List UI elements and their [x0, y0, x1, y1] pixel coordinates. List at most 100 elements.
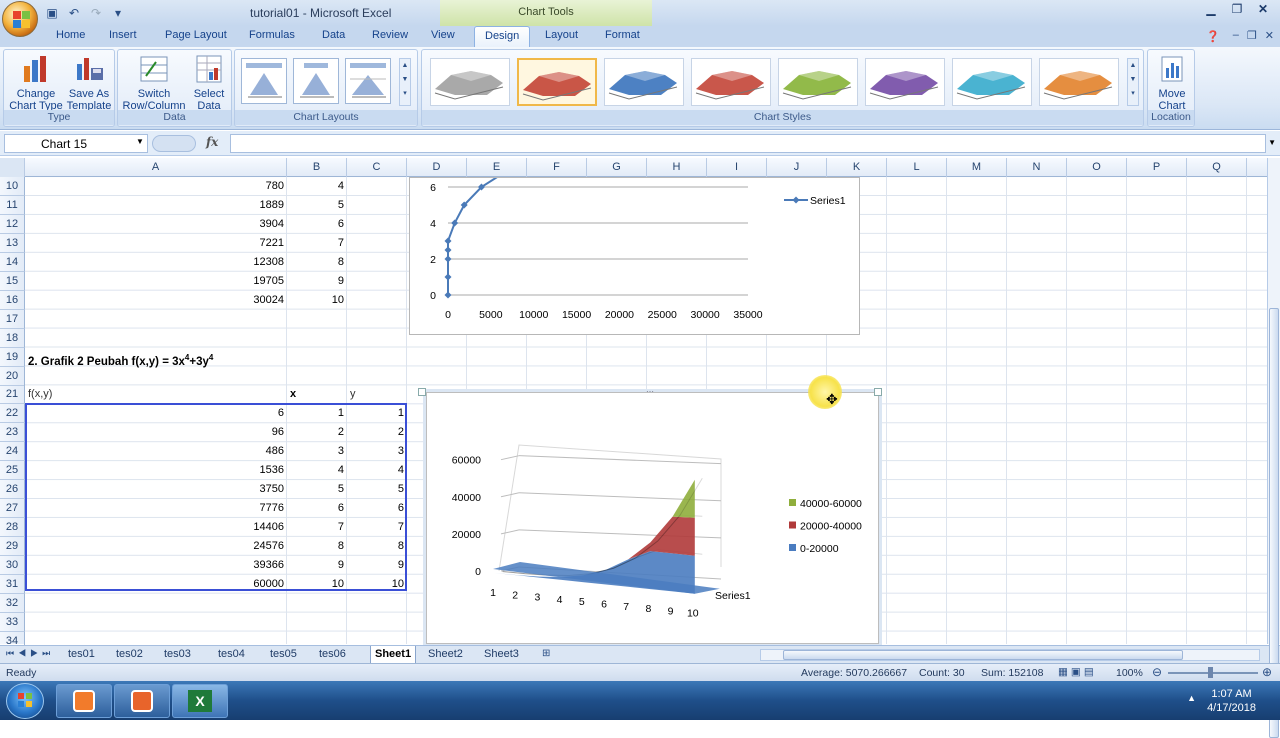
column-header-M[interactable]: M	[947, 158, 1007, 177]
formula-bar-resize-handle[interactable]	[152, 135, 196, 152]
column-header-C[interactable]: C	[347, 158, 407, 177]
row-header-14[interactable]: 14	[0, 252, 25, 272]
row-header-26[interactable]: 26	[0, 480, 25, 500]
chart-style-1[interactable]	[430, 58, 510, 106]
zoom-level[interactable]: 100%	[1116, 667, 1143, 679]
save-as-template-button[interactable]: Save As Template	[64, 54, 114, 112]
row-header-19[interactable]: 19	[0, 347, 25, 367]
zoom-slider[interactable]	[1168, 672, 1258, 674]
row-header-27[interactable]: 27	[0, 499, 25, 519]
chart-style-7[interactable]	[952, 58, 1032, 106]
sheet-tab-tes04[interactable]: tes04	[218, 648, 245, 660]
chart-style-4[interactable]	[691, 58, 771, 106]
workbook-minimize-icon[interactable]: –	[1233, 29, 1239, 42]
taskbar-app-2[interactable]	[114, 684, 170, 718]
chart-style-8[interactable]	[1039, 58, 1119, 106]
chart-layouts-scroll[interactable]: ▲ ▼ ▾	[399, 58, 411, 106]
row-header-13[interactable]: 13	[0, 233, 25, 253]
row-header-16[interactable]: 16	[0, 290, 25, 310]
column-header-B[interactable]: B	[287, 158, 347, 177]
tab-layout[interactable]: Layout	[545, 29, 578, 41]
customize-qat-icon[interactable]: ▾	[110, 5, 126, 21]
row-header-32[interactable]: 32	[0, 593, 25, 613]
sheet-tab-tes05[interactable]: tes05	[270, 648, 297, 660]
tab-format[interactable]: Format	[605, 29, 640, 41]
scatter-chart[interactable]: 0 2 4 6 0 5000 10000 15000 20000 25000 30000 35000 S…	[409, 177, 860, 335]
formula-input[interactable]	[230, 134, 1266, 153]
row-header-29[interactable]: 29	[0, 537, 25, 557]
tab-design[interactable]: Design	[474, 26, 531, 48]
chart-top-handle[interactable]: ⋯	[646, 387, 654, 396]
tab-view[interactable]: View	[431, 29, 455, 41]
column-header-H[interactable]: H	[647, 158, 707, 177]
horizontal-scrollbar[interactable]	[760, 649, 1260, 661]
chart-style-5[interactable]	[778, 58, 858, 106]
column-header-L[interactable]: L	[887, 158, 947, 177]
insert-function-icon[interactable]: fx	[206, 135, 218, 149]
taskbar-excel[interactable]: X	[172, 684, 228, 718]
tab-home[interactable]: Home	[56, 29, 85, 41]
tab-review[interactable]: Review	[372, 29, 408, 41]
tray-expand-icon[interactable]: ▲	[1187, 693, 1196, 703]
name-box[interactable]: Chart 15	[4, 134, 148, 153]
row-header-10[interactable]: 10	[0, 177, 25, 196]
redo-icon[interactable]: ↷	[88, 5, 104, 21]
name-box-dropdown-icon[interactable]: ▼	[136, 137, 144, 146]
chart-layout-2[interactable]	[293, 58, 339, 104]
minimize-icon[interactable]: ▁	[1198, 0, 1224, 18]
column-header-G[interactable]: G	[587, 158, 647, 177]
row-header-17[interactable]: 17	[0, 309, 25, 329]
column-header-Q[interactable]: Q	[1187, 158, 1247, 177]
column-header-D[interactable]: D	[407, 158, 467, 177]
zoom-slider-thumb[interactable]	[1208, 667, 1213, 678]
surface-chart[interactable]: 0 20000 40000 60000 1 2 3 4 5 6 7 8 9 10 Series1 40000-…	[426, 392, 879, 644]
row-header-11[interactable]: 11	[0, 195, 25, 215]
row-header-33[interactable]: 33	[0, 612, 25, 632]
horizontal-scroll-thumb[interactable]	[783, 650, 1183, 660]
column-header-A[interactable]: A	[25, 158, 287, 177]
close-icon[interactable]: ✕	[1250, 0, 1276, 18]
workbook-close-icon[interactable]: ✕	[1265, 29, 1274, 42]
chart-layout-3[interactable]	[345, 58, 391, 104]
start-button[interactable]	[6, 683, 44, 719]
chart-style-6[interactable]	[865, 58, 945, 106]
tab-data[interactable]: Data	[322, 29, 345, 41]
view-buttons-icon[interactable]: ▦▣▤	[1058, 666, 1097, 678]
sheet-tab-tes03[interactable]: tes03	[164, 648, 191, 660]
row-header-20[interactable]: 20	[0, 366, 25, 386]
column-header-F[interactable]: F	[527, 158, 587, 177]
save-icon[interactable]: ▣	[44, 5, 60, 21]
column-header-K[interactable]: K	[827, 158, 887, 177]
column-header-P[interactable]: P	[1127, 158, 1187, 177]
office-button[interactable]	[2, 1, 38, 37]
tab-insert[interactable]: Insert	[109, 29, 137, 41]
row-header-21[interactable]: 21	[0, 385, 25, 405]
row-header-30[interactable]: 30	[0, 556, 25, 575]
select-data-button[interactable]: Select Data	[188, 54, 230, 112]
workbook-restore-icon[interactable]: ❐	[1247, 29, 1257, 42]
move-chart-button[interactable]: Move Chart	[1150, 54, 1194, 112]
zoom-in-icon[interactable]: ⊕	[1262, 665, 1272, 679]
row-header-28[interactable]: 28	[0, 518, 25, 538]
row-header-15[interactable]: 15	[0, 271, 25, 291]
clock[interactable]: 1:07 AM 4/17/2018	[1207, 687, 1256, 715]
column-header-O[interactable]: O	[1067, 158, 1127, 177]
sheet-tab-sheet1[interactable]: Sheet1	[370, 646, 417, 664]
tab-formulas[interactable]: Formulas	[249, 29, 295, 41]
restore-icon[interactable]: ❐	[1224, 0, 1250, 18]
row-header-23[interactable]: 23	[0, 423, 25, 443]
row-header-12[interactable]: 12	[0, 214, 25, 234]
sheet-tab-sheet3[interactable]: Sheet3	[484, 648, 519, 660]
chart-layout-1[interactable]	[241, 58, 287, 104]
change-chart-type-button[interactable]: Change Chart Type	[8, 54, 64, 112]
sheet-tab-tes06[interactable]: tes06	[319, 648, 346, 660]
chart-style-2[interactable]	[517, 58, 597, 106]
insert-sheet-icon[interactable]: ⊞	[542, 648, 550, 659]
row-header-31[interactable]: 31	[0, 574, 25, 594]
tab-page-layout[interactable]: Page Layout	[165, 29, 227, 41]
vertical-scrollbar[interactable]	[1267, 158, 1280, 738]
row-header-18[interactable]: 18	[0, 328, 25, 348]
undo-icon[interactable]: ↶	[66, 5, 82, 21]
chart-resize-handle[interactable]	[418, 388, 426, 396]
sheet-nav-arrows[interactable]: ⏮◀▶⏭	[6, 648, 54, 659]
